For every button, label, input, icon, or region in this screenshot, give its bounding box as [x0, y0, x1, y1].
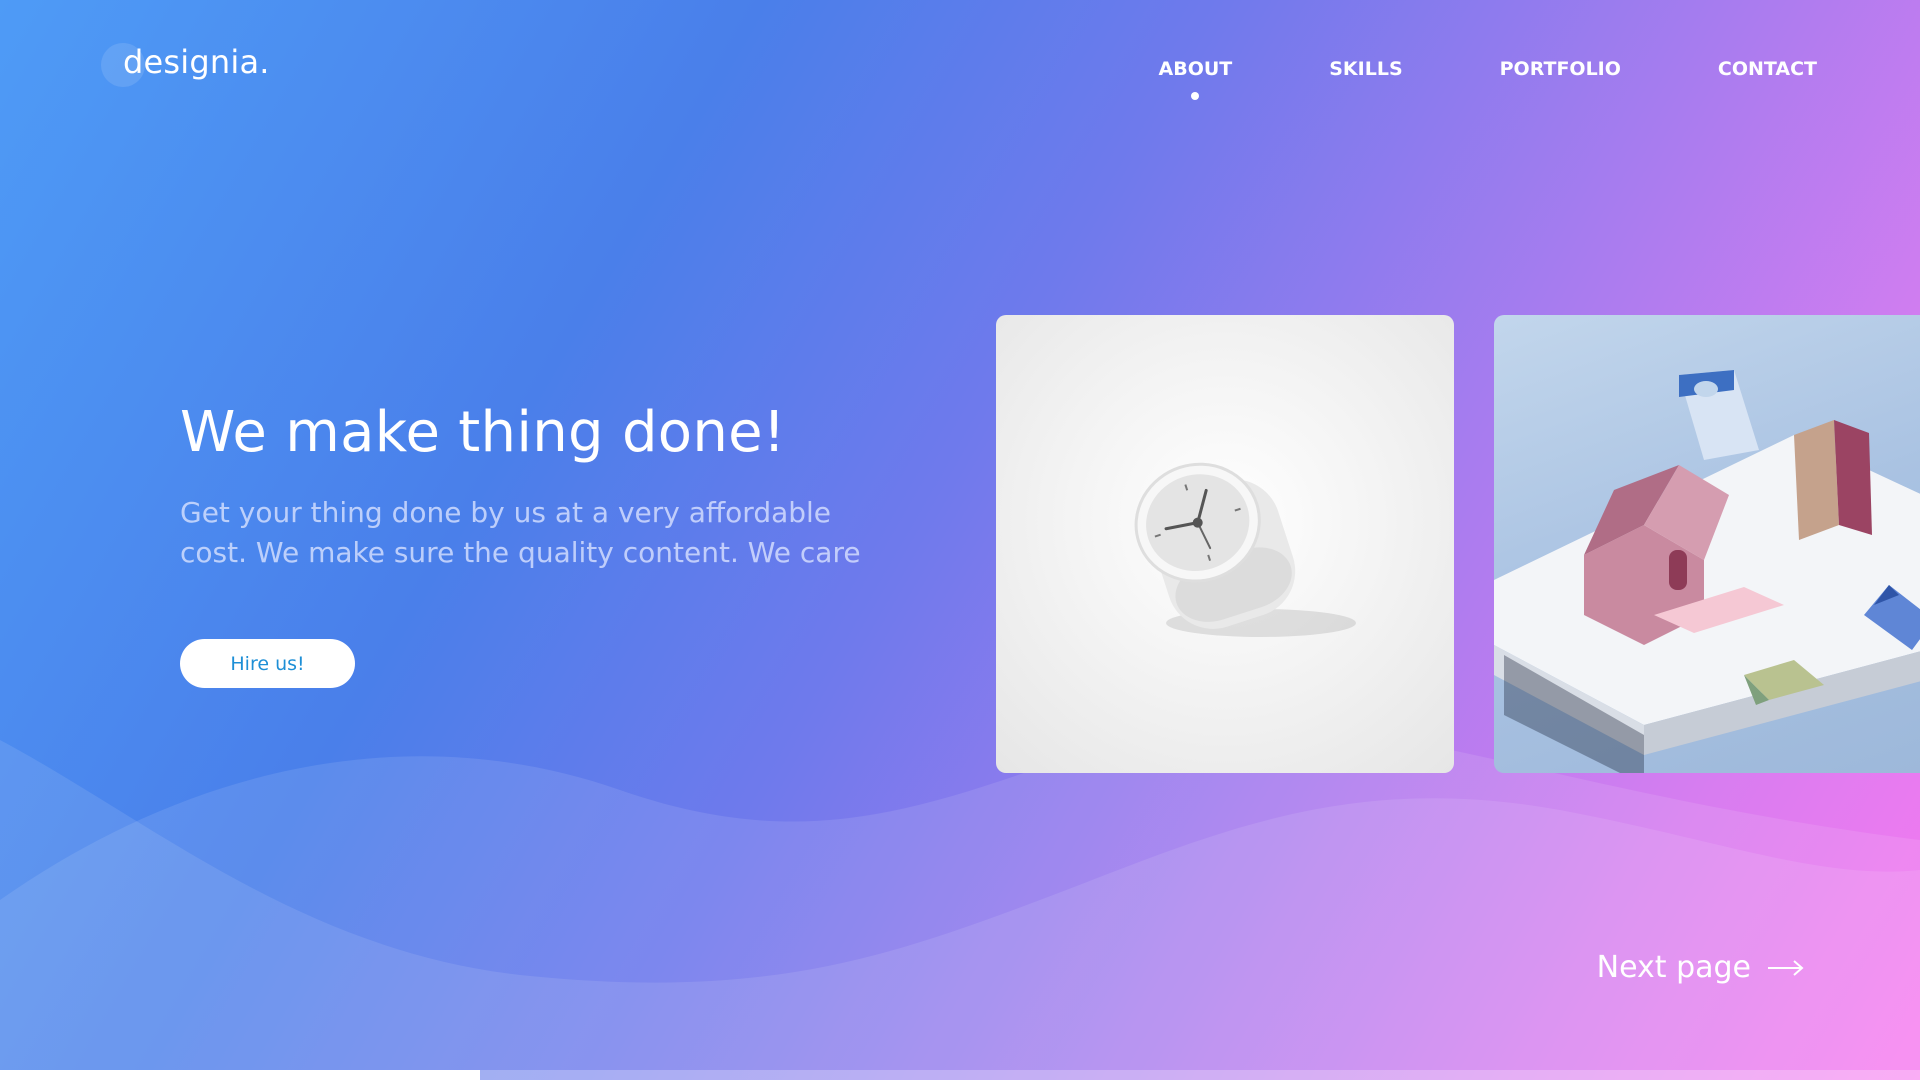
nav-item-about[interactable]: ABOUT	[1158, 58, 1233, 100]
page-progress-fill	[0, 1070, 480, 1080]
brand-logo[interactable]: designia.	[101, 40, 269, 87]
arrow-right-icon	[1768, 959, 1804, 976]
nav-item-label: PORTFOLIO	[1499, 58, 1621, 80]
nav-item-label: CONTACT	[1717, 58, 1817, 80]
gallery-card-paper-houses[interactable]	[1494, 315, 1920, 773]
gallery-card-clock[interactable]	[996, 315, 1454, 773]
next-page-link[interactable]: Next page	[1597, 950, 1805, 985]
nav-item-label: SKILLS	[1329, 58, 1403, 80]
logo-text: designia.	[123, 43, 270, 81]
next-page-label: Next page	[1596, 950, 1751, 985]
desk-clock-icon	[1134, 462, 1356, 637]
paper-houses-icon	[1494, 370, 1920, 773]
main-nav: ABOUT SKILLS PORTFOLIO CONTACT	[1158, 58, 1817, 100]
hero-subtext: Get your thing done by us at a very affo…	[180, 496, 861, 569]
landing-page: designia. ABOUT SKILLS PORTFOLIO CONTACT…	[0, 0, 1920, 1080]
hero-headline: We make thing done!	[180, 400, 786, 465]
nav-item-skills[interactable]: SKILLS	[1329, 58, 1402, 80]
page-progress-bar	[0, 1070, 1920, 1080]
nav-item-portfolio[interactable]: PORTFOLIO	[1500, 58, 1621, 80]
hire-us-button[interactable]: Hire us!	[180, 639, 355, 688]
nav-item-contact[interactable]: CONTACT	[1718, 58, 1817, 80]
nav-item-label: ABOUT	[1158, 58, 1233, 80]
